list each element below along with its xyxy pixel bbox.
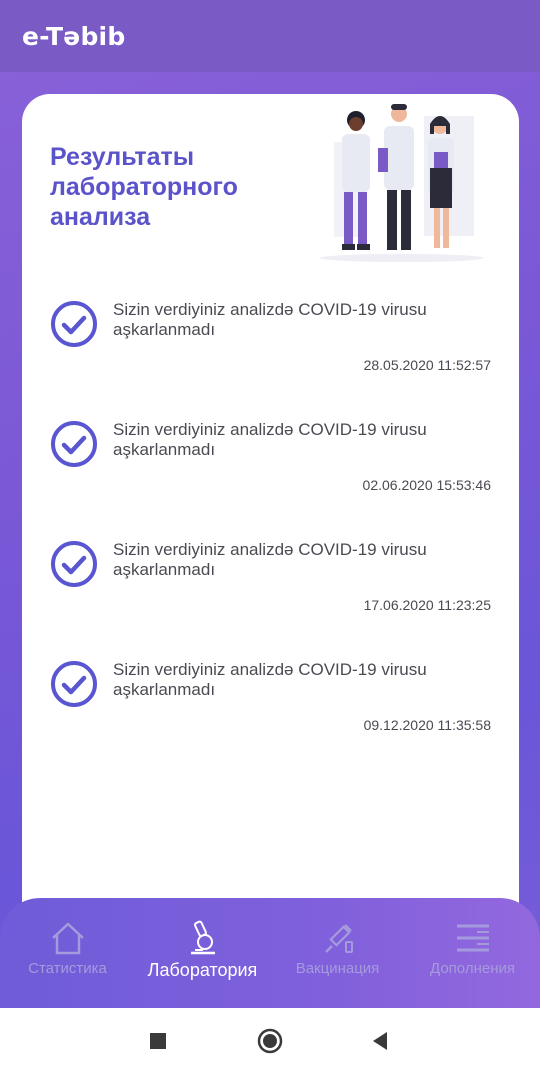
nav-item-more[interactable]: Дополнения bbox=[405, 920, 540, 977]
app-title: e-Təbib bbox=[22, 21, 126, 51]
result-text: Sizin verdiyiniz analizdə COVID-19 virus… bbox=[113, 540, 427, 579]
results-list: Sizin verdiyiniz analizdə COVID-19 virus… bbox=[22, 294, 519, 774]
system-navigation-bar bbox=[0, 1008, 540, 1074]
result-text: Sizin verdiyiniz analizdə COVID-19 virus… bbox=[113, 420, 427, 459]
app-bar: e-Təbib bbox=[0, 0, 540, 72]
nav-label: Дополнения bbox=[430, 960, 515, 977]
result-date: 02.06.2020 15:53:46 bbox=[362, 477, 491, 493]
nav-item-statistics[interactable]: Статистика bbox=[0, 920, 135, 977]
nav-label: Статистика bbox=[28, 960, 107, 977]
card-title: Результаты лабораторного анализа bbox=[50, 143, 238, 231]
nav-label: Вакцинация bbox=[295, 960, 380, 977]
result-item[interactable]: Sizin verdiyiniz analizdə COVID-19 virus… bbox=[22, 294, 519, 414]
result-date: 17.06.2020 11:23:25 bbox=[363, 597, 491, 613]
result-item[interactable]: Sizin verdiyiniz analizdə COVID-19 virus… bbox=[22, 414, 519, 534]
check-circle-icon bbox=[51, 421, 97, 467]
doctors-illustration bbox=[320, 104, 484, 262]
home-circle-icon[interactable] bbox=[257, 1028, 283, 1054]
nav-item-vaccination[interactable]: Вакцинация bbox=[270, 920, 405, 977]
lab-results-card: Результаты лабораторного анализа Sizin v… bbox=[22, 94, 519, 914]
check-circle-icon bbox=[51, 541, 97, 587]
home-icon bbox=[51, 922, 84, 955]
back-icon[interactable] bbox=[371, 1028, 389, 1054]
syringe-icon bbox=[324, 924, 353, 953]
result-item[interactable]: Sizin verdiyiniz analizdə COVID-19 virus… bbox=[22, 534, 519, 654]
result-item[interactable]: Sizin verdiyiniz analizdə COVID-19 virus… bbox=[22, 654, 519, 774]
result-date: 28.05.2020 11:52:57 bbox=[363, 357, 491, 373]
nav-label: Лаборатория bbox=[147, 960, 258, 980]
bottom-nav: Статистика Лаборатория Вакцинация Дополн… bbox=[0, 898, 540, 1008]
result-date: 09.12.2020 11:35:58 bbox=[363, 717, 491, 733]
nav-item-laboratory[interactable]: Лаборатория bbox=[135, 920, 270, 981]
check-circle-icon bbox=[51, 661, 97, 707]
microscope-icon bbox=[190, 920, 215, 955]
result-text: Sizin verdiyiniz analizdə COVID-19 virus… bbox=[113, 660, 427, 699]
recent-apps-icon[interactable] bbox=[149, 1028, 167, 1054]
check-circle-icon bbox=[51, 301, 97, 347]
result-text: Sizin verdiyiniz analizdə COVID-19 virus… bbox=[113, 300, 427, 339]
menu-icon bbox=[456, 924, 489, 952]
